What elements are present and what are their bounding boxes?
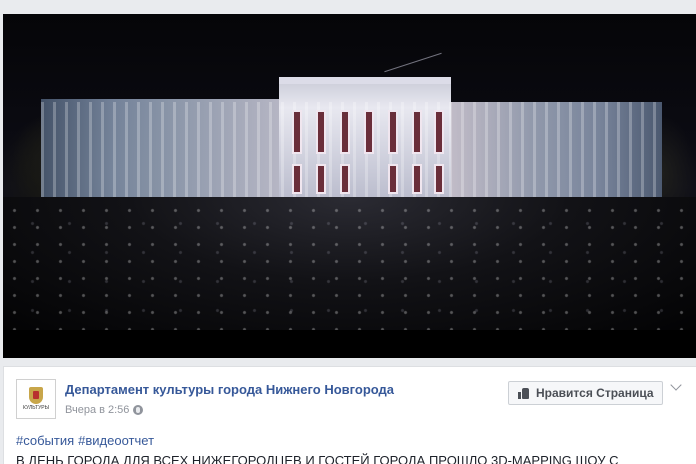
- page-name-link[interactable]: Департамент культуры города Нижнего Новг…: [65, 382, 394, 397]
- phone-lights: [3, 202, 696, 330]
- hashtag-link[interactable]: #видеоотчет: [78, 433, 154, 448]
- video-frame[interactable]: [3, 14, 696, 330]
- window: [340, 110, 350, 154]
- projection-pattern: [41, 102, 662, 197]
- hashtags: #события #видеоотчет: [16, 433, 158, 448]
- post-text: В ДЕНЬ ГОРОДА ДЛЯ ВСЕХ НИЖЕГОРОДЦЕВ И ГО…: [16, 453, 619, 464]
- window: [364, 110, 374, 154]
- light-beam: [384, 52, 442, 73]
- video-letterbox: [3, 330, 696, 358]
- like-page-button[interactable]: Нравится Страница: [508, 381, 663, 405]
- window: [412, 110, 422, 154]
- avatar-caption: КУЛЬТУРЫ: [22, 405, 50, 411]
- window: [316, 110, 326, 154]
- window: [340, 164, 350, 194]
- window: [316, 164, 326, 194]
- post-timestamp[interactable]: Вчера в 2:56: [65, 404, 144, 416]
- like-page-label: Нравится Страница: [536, 386, 654, 400]
- window: [434, 164, 444, 194]
- video-player[interactable]: [3, 14, 696, 358]
- window: [388, 164, 398, 194]
- window: [388, 110, 398, 154]
- window: [412, 164, 422, 194]
- timestamp-text: Вчера в 2:56: [65, 404, 130, 416]
- facebook-post-view: КУЛЬТУРЫ Департамент культуры города Ниж…: [0, 0, 696, 464]
- hashtag-link[interactable]: #события: [16, 433, 74, 448]
- thumbs-up-icon: [518, 387, 530, 399]
- post-card: КУЛЬТУРЫ Департамент культуры города Ниж…: [3, 366, 696, 464]
- avatar[interactable]: КУЛЬТУРЫ: [16, 379, 56, 419]
- window: [434, 110, 444, 154]
- coat-of-arms-icon: [29, 387, 43, 404]
- globe-icon: [133, 405, 144, 415]
- window: [292, 164, 302, 194]
- chevron-down-icon[interactable]: [670, 379, 682, 391]
- window: [292, 110, 302, 154]
